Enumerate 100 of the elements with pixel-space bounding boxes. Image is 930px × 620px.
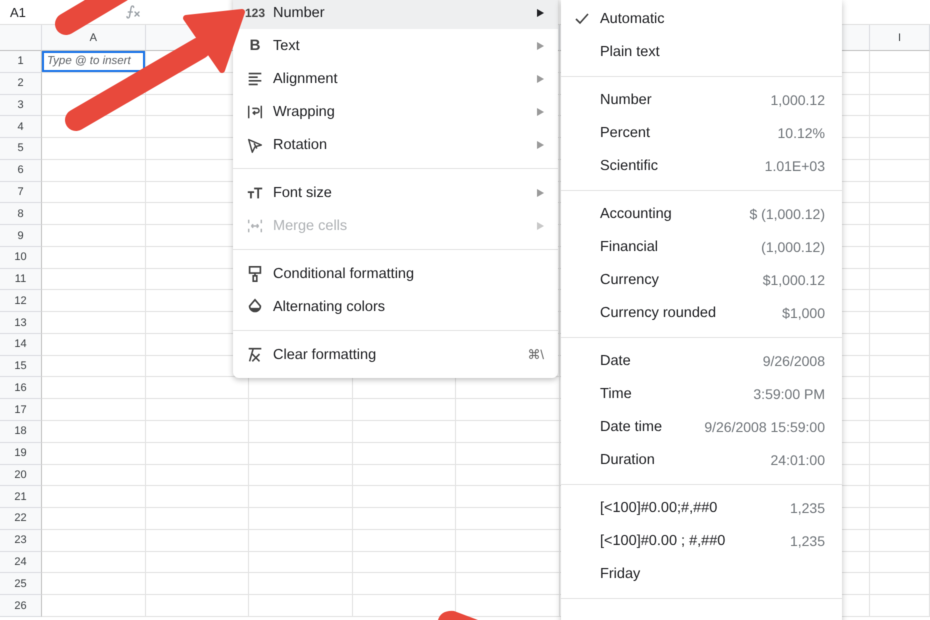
grid-cell[interactable] [870, 312, 930, 334]
grid-cell[interactable] [249, 573, 352, 596]
row-number[interactable]: 21 [0, 486, 42, 508]
grid-cell[interactable] [352, 486, 456, 508]
grid-cell[interactable] [42, 94, 146, 116]
menu-item[interactable]: Wrapping [233, 95, 558, 128]
grid-cell[interactable] [352, 530, 456, 552]
row-number[interactable]: 25 [0, 573, 42, 596]
grid-cell[interactable] [456, 399, 560, 422]
menu-item[interactable]: Time 3:59:00 PM [561, 378, 842, 410]
menu-item[interactable]: Percent 10.12% [561, 116, 842, 150]
grid-cell[interactable] [870, 377, 930, 400]
menu-item[interactable]: B Text [233, 29, 558, 62]
grid-cell[interactable] [146, 573, 249, 596]
grid-cell[interactable] [42, 552, 146, 574]
grid-cell[interactable] [870, 595, 930, 617]
row-number[interactable]: 7 [0, 182, 42, 204]
row-number[interactable]: 8 [0, 203, 42, 226]
column-header[interactable]: I [870, 25, 930, 51]
name-box[interactable]: A1 [0, 4, 70, 20]
menu-item[interactable]: Plain text [561, 36, 842, 68]
grid-cell[interactable] [42, 246, 146, 269]
grid-cell[interactable] [456, 508, 560, 530]
grid-cell[interactable] [352, 399, 456, 422]
grid-cell[interactable] [249, 508, 352, 530]
grid-cell[interactable] [870, 508, 930, 530]
row-number[interactable]: 22 [0, 508, 42, 530]
grid-cell[interactable] [42, 530, 146, 552]
grid-cell[interactable] [146, 399, 249, 422]
grid-cell[interactable] [352, 508, 456, 530]
grid-cell[interactable] [146, 421, 249, 443]
grid-cell[interactable] [42, 442, 146, 465]
grid-cell[interactable] [870, 290, 930, 312]
row-number[interactable]: 11 [0, 268, 42, 290]
grid-cell[interactable] [352, 442, 456, 465]
grid-cell[interactable] [870, 182, 930, 204]
grid-cell[interactable] [870, 203, 930, 226]
row-number[interactable]: 17 [0, 399, 42, 422]
grid-cell[interactable] [870, 225, 930, 247]
grid-cell[interactable] [870, 573, 930, 596]
grid-cell[interactable] [42, 573, 146, 596]
row-number[interactable]: 5 [0, 138, 42, 160]
grid-cell[interactable] [146, 508, 249, 530]
cell-input[interactable]: Type @ to insert [42, 51, 144, 72]
grid-cell[interactable] [870, 72, 930, 95]
grid-cell[interactable] [42, 290, 146, 312]
grid-cell[interactable] [352, 552, 456, 574]
grid-cell[interactable] [870, 268, 930, 290]
grid-cell[interactable] [42, 486, 146, 508]
grid-cell[interactable] [870, 399, 930, 422]
menu-item[interactable]: Accounting $ (1,000.12) [561, 198, 842, 230]
grid-cell[interactable] [249, 442, 352, 465]
grid-cell[interactable] [249, 530, 352, 552]
row-number[interactable]: 26 [0, 595, 42, 617]
grid-cell[interactable] [456, 573, 560, 596]
grid-cell[interactable] [870, 552, 930, 574]
row-number[interactable]: 20 [0, 464, 42, 486]
grid-cell[interactable] [42, 203, 146, 226]
row-number[interactable]: 12 [0, 290, 42, 312]
grid-cell[interactable] [42, 464, 146, 486]
grid-cell[interactable] [456, 421, 560, 443]
grid-cell[interactable] [249, 595, 352, 617]
row-number[interactable]: 10 [0, 246, 42, 269]
menu-item[interactable]: Date time 9/26/2008 15:59:00 [561, 410, 842, 444]
grid-cell[interactable] [870, 334, 930, 356]
row-number[interactable]: 18 [0, 421, 42, 443]
menu-item[interactable]: Scientific 1.01E+03 [561, 150, 842, 182]
grid-cell[interactable] [249, 486, 352, 508]
grid-cell[interactable] [42, 356, 146, 378]
menu-item[interactable]: [<100]#0.00;#,##0 1,235 [561, 492, 842, 524]
grid-cell[interactable] [870, 464, 930, 486]
grid-cell[interactable] [42, 508, 146, 530]
grid-cell[interactable] [870, 138, 930, 160]
menu-item[interactable]: [<100]#0.00 ; #,##0 1,235 [561, 524, 842, 558]
row-number[interactable]: 23 [0, 530, 42, 552]
grid-cell[interactable] [42, 225, 146, 247]
row-number[interactable]: 24 [0, 552, 42, 574]
row-number[interactable]: 16 [0, 377, 42, 400]
row-number[interactable]: 14 [0, 334, 42, 356]
grid-cell[interactable] [42, 312, 146, 334]
row-number[interactable]: 4 [0, 116, 42, 138]
grid-cell[interactable] [42, 421, 146, 443]
grid-cell[interactable] [42, 160, 146, 182]
grid-cell[interactable] [870, 94, 930, 116]
grid-cell[interactable] [456, 486, 560, 508]
menu-item[interactable]: Currency rounded $1,000 [561, 296, 842, 330]
grid-cell[interactable] [249, 399, 352, 422]
grid-cell[interactable] [870, 486, 930, 508]
grid-cell[interactable] [870, 160, 930, 182]
grid-cell[interactable] [870, 421, 930, 443]
row-number[interactable]: 2 [0, 72, 42, 95]
grid-cell[interactable] [870, 530, 930, 552]
row-number[interactable]: 3 [0, 94, 42, 116]
grid-cell[interactable] [249, 421, 352, 443]
select-all-corner[interactable] [0, 25, 42, 51]
menu-item[interactable]: Rotation [233, 128, 558, 161]
row-number[interactable]: 19 [0, 442, 42, 465]
grid-cell[interactable] [352, 464, 456, 486]
grid-cell[interactable] [42, 268, 146, 290]
menu-item[interactable]: Currency $1,000.12 [561, 264, 842, 296]
